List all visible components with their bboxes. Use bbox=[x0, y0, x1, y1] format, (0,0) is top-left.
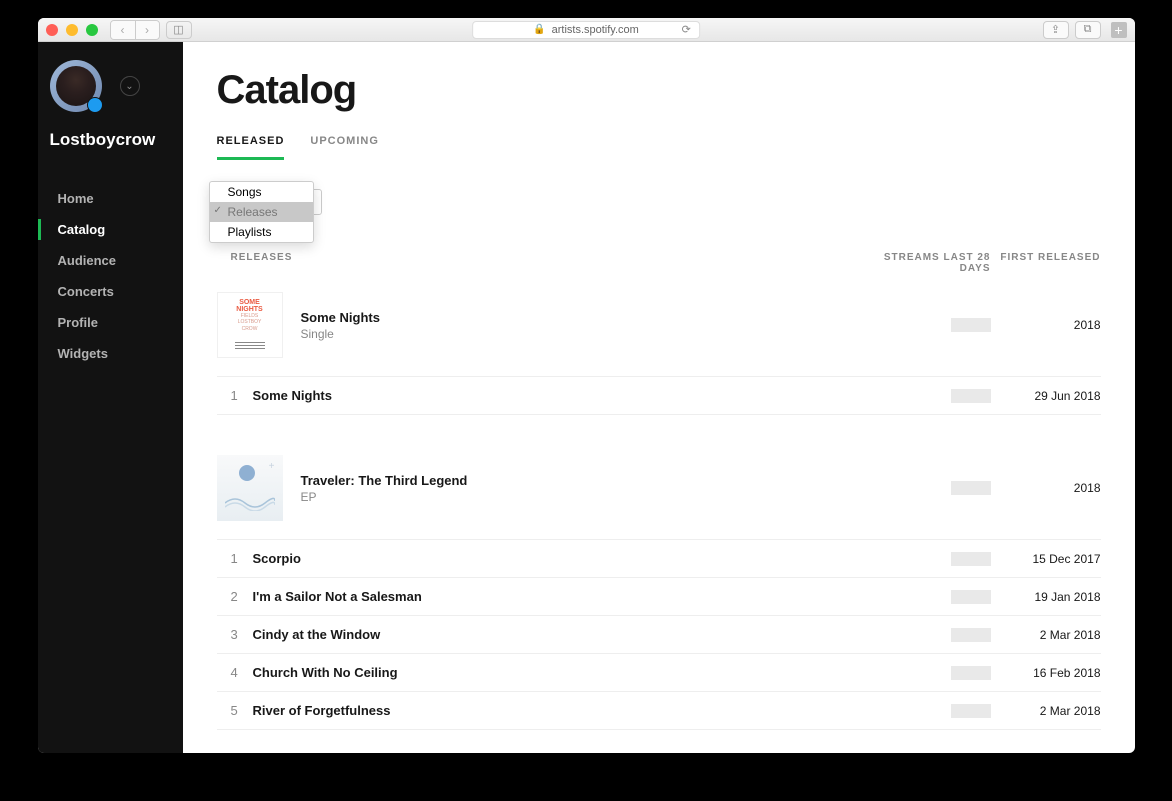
tabs-button[interactable]: ⧉ bbox=[1075, 21, 1101, 39]
sidebar-item-audience[interactable]: Audience bbox=[50, 250, 171, 271]
back-button[interactable]: ‹ bbox=[111, 21, 135, 39]
reload-button[interactable]: ⟳ bbox=[682, 23, 691, 36]
sidebar-item-catalog[interactable]: Catalog bbox=[50, 219, 171, 240]
track-row[interactable]: 4 Church With No Ceiling 16 Feb 2018 bbox=[217, 654, 1101, 692]
sidebar-item-profile[interactable]: Profile bbox=[50, 312, 171, 333]
album-cover: SOMENIGHTS FIELDSLOSTBOYCROW bbox=[217, 292, 283, 358]
streams-placeholder bbox=[951, 666, 991, 680]
page-title: Catalog bbox=[217, 68, 1101, 113]
address-bar[interactable]: 🔒 artists.spotify.com ⟳ bbox=[472, 21, 700, 39]
release-title: Some Nights bbox=[301, 310, 861, 325]
table-header: RELEASES STREAMS LAST 28 DAYS FIRST RELE… bbox=[217, 252, 1101, 274]
track-number: 3 bbox=[217, 627, 247, 642]
track-row[interactable]: 5 River of Forgetfulness 2 Mar 2018 bbox=[217, 692, 1101, 730]
streams-placeholder bbox=[951, 318, 991, 332]
sidebar-nav: Home Catalog Audience Concerts Profile W… bbox=[50, 188, 171, 364]
dropdown-option-playlists[interactable]: Playlists bbox=[210, 222, 313, 242]
track-date: 16 Feb 2018 bbox=[991, 666, 1101, 680]
browser-window: ‹ › ◫ 🔒 artists.spotify.com ⟳ ⇪ ⧉ + ⌄ Lo… bbox=[38, 18, 1135, 753]
track-row[interactable]: 1 Scorpio 15 Dec 2017 bbox=[217, 540, 1101, 578]
dropdown-option-releases[interactable]: Releases bbox=[210, 202, 313, 222]
track-title: Some Nights bbox=[247, 388, 861, 403]
track-number: 4 bbox=[217, 665, 247, 680]
tab-upcoming[interactable]: UPCOMING bbox=[310, 135, 379, 160]
streams-placeholder bbox=[951, 704, 991, 718]
avatar[interactable] bbox=[50, 60, 102, 112]
url-text: artists.spotify.com bbox=[552, 24, 639, 36]
minimize-window-button[interactable] bbox=[66, 24, 78, 36]
col-first-released: FIRST RELEASED bbox=[991, 252, 1101, 274]
release-type: EP bbox=[301, 490, 861, 504]
tabs: RELEASED UPCOMING bbox=[217, 135, 1101, 161]
track-row[interactable]: 3 Cindy at the Window 2 Mar 2018 bbox=[217, 616, 1101, 654]
sidebar: ⌄ Lostboycrow Home Catalog Audience Conc… bbox=[38, 42, 183, 753]
track-row[interactable]: 2 I'm a Sailor Not a Salesman 19 Jan 201… bbox=[217, 578, 1101, 616]
streams-placeholder bbox=[951, 481, 991, 495]
sidebar-item-widgets[interactable]: Widgets bbox=[50, 343, 171, 364]
release-type: Single bbox=[301, 327, 861, 341]
account-menu-button[interactable]: ⌄ bbox=[120, 76, 140, 96]
track-title: River of Forgetfulness bbox=[247, 703, 861, 718]
filter-dropdown[interactable]: Songs Releases Playlists bbox=[217, 189, 322, 215]
track-title: Scorpio bbox=[247, 551, 861, 566]
track-title: Church With No Ceiling bbox=[247, 665, 861, 680]
streams-placeholder bbox=[951, 552, 991, 566]
col-releases: RELEASES bbox=[217, 252, 861, 274]
release-title: Traveler: The Third Legend bbox=[301, 473, 861, 488]
artist-name: Lostboycrow bbox=[50, 130, 171, 150]
release-row[interactable]: + Traveler: The Third Legend EP 2018 bbox=[217, 437, 1101, 540]
tab-released[interactable]: RELEASED bbox=[217, 135, 285, 160]
release-year: 2018 bbox=[991, 481, 1101, 495]
track-date: 19 Jan 2018 bbox=[991, 590, 1101, 604]
streams-placeholder bbox=[951, 590, 991, 604]
release-row[interactable]: SOMENIGHTS FIELDSLOSTBOYCROW Some Nights… bbox=[217, 274, 1101, 377]
track-date: 29 Jun 2018 bbox=[991, 389, 1101, 403]
track-date: 15 Dec 2017 bbox=[991, 552, 1101, 566]
close-window-button[interactable] bbox=[46, 24, 58, 36]
track-date: 2 Mar 2018 bbox=[991, 628, 1101, 642]
lock-icon: 🔒 bbox=[533, 24, 545, 35]
track-number: 1 bbox=[217, 388, 247, 403]
nav-arrows: ‹ › bbox=[110, 20, 160, 40]
dropdown-menu: Songs Releases Playlists bbox=[209, 181, 314, 243]
release-year: 2018 bbox=[991, 318, 1101, 332]
main-content: Catalog RELEASED UPCOMING Songs Releases… bbox=[183, 42, 1135, 753]
maximize-window-button[interactable] bbox=[86, 24, 98, 36]
track-date: 2 Mar 2018 bbox=[991, 704, 1101, 718]
toolbar-right: ⇪ ⧉ + bbox=[1043, 21, 1127, 39]
titlebar: ‹ › ◫ 🔒 artists.spotify.com ⟳ ⇪ ⧉ + bbox=[38, 18, 1135, 42]
forward-button[interactable]: › bbox=[135, 21, 159, 39]
track-number: 5 bbox=[217, 703, 247, 718]
window-controls bbox=[46, 24, 98, 36]
sidebar-toggle-button[interactable]: ◫ bbox=[166, 21, 192, 39]
track-number: 2 bbox=[217, 589, 247, 604]
track-title: Cindy at the Window bbox=[247, 627, 861, 642]
album-cover: + bbox=[217, 455, 283, 521]
track-number: 1 bbox=[217, 551, 247, 566]
dropdown-option-songs[interactable]: Songs bbox=[210, 182, 313, 202]
col-streams: STREAMS LAST 28 DAYS bbox=[861, 252, 991, 274]
new-tab-button[interactable]: + bbox=[1111, 22, 1127, 38]
share-button[interactable]: ⇪ bbox=[1043, 21, 1069, 39]
sidebar-item-home[interactable]: Home bbox=[50, 188, 171, 209]
app-frame: ⌄ Lostboycrow Home Catalog Audience Conc… bbox=[38, 42, 1135, 753]
track-title: I'm a Sailor Not a Salesman bbox=[247, 589, 861, 604]
sidebar-item-concerts[interactable]: Concerts bbox=[50, 281, 171, 302]
streams-placeholder bbox=[951, 389, 991, 403]
streams-placeholder bbox=[951, 628, 991, 642]
track-row[interactable]: 1 Some Nights 29 Jun 2018 bbox=[217, 377, 1101, 415]
